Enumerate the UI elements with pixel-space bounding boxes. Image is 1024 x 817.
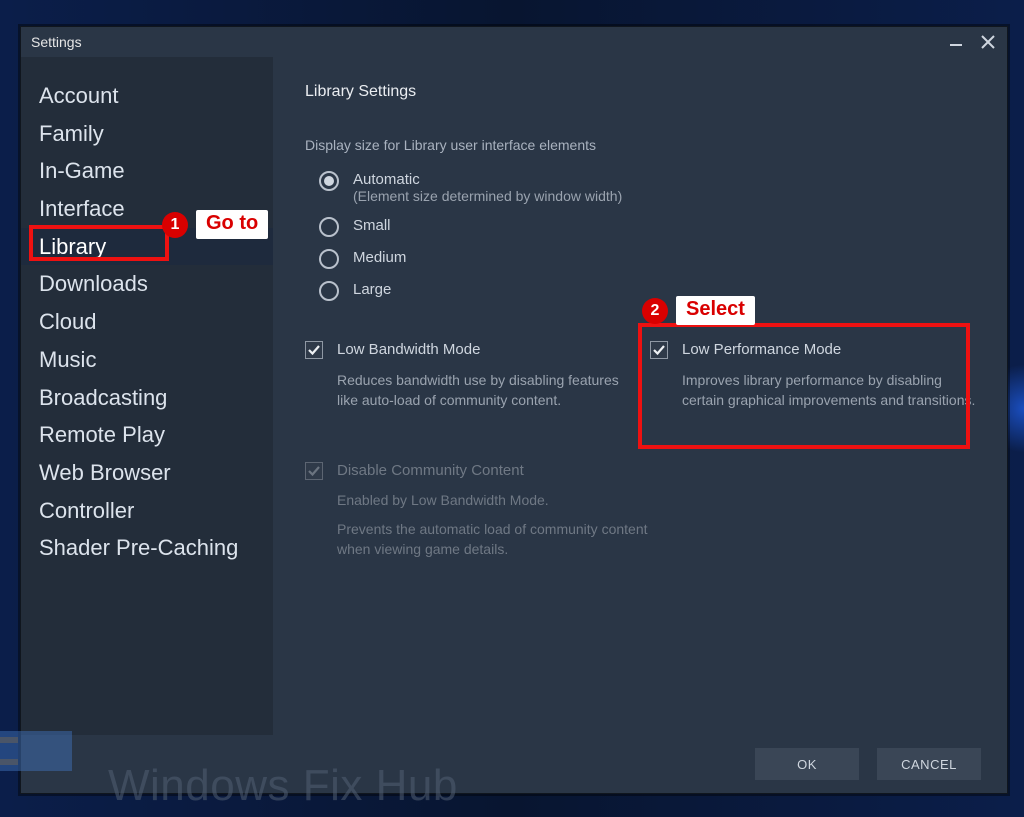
sidebar-item-shader-pre-caching[interactable]: Shader Pre-Caching xyxy=(21,529,273,567)
checkbox-icon xyxy=(650,341,668,359)
sidebar-item-remote-play[interactable]: Remote Play xyxy=(21,416,273,454)
sidebar-item-interface[interactable]: Interface xyxy=(21,190,273,228)
close-button[interactable] xyxy=(979,33,997,51)
radio-automatic[interactable]: Automatic (Element size determined by wi… xyxy=(319,171,987,205)
radio-icon xyxy=(319,249,339,269)
checkbox-icon xyxy=(305,341,323,359)
settings-sidebar: Account Family In-Game Interface Library… xyxy=(21,57,273,735)
radio-sublabel: (Element size determined by window width… xyxy=(353,188,622,204)
checkmark-icon xyxy=(652,343,666,357)
checkbox-label: Low Bandwidth Mode xyxy=(337,341,480,358)
low-bandwidth-desc: Reduces bandwidth use by disabling featu… xyxy=(337,371,637,410)
checkbox-icon xyxy=(305,462,323,480)
radio-small[interactable]: Small xyxy=(319,217,987,237)
ok-button[interactable]: OK xyxy=(755,748,859,780)
sidebar-item-account[interactable]: Account xyxy=(21,77,273,115)
checkbox-low-bandwidth[interactable]: Low Bandwidth Mode xyxy=(305,341,642,359)
radio-medium[interactable]: Medium xyxy=(319,249,987,269)
radio-label: Automatic xyxy=(353,171,420,188)
close-icon xyxy=(981,35,995,49)
radio-label: Small xyxy=(353,217,391,234)
cancel-button[interactable]: CANCEL xyxy=(877,748,981,780)
radio-large[interactable]: Large xyxy=(319,281,987,301)
window-title: Settings xyxy=(31,34,82,50)
sidebar-item-downloads[interactable]: Downloads xyxy=(21,265,273,303)
disable-community-desc: Prevents the automatic load of community… xyxy=(337,520,677,559)
settings-main-panel: Library Settings Display size for Librar… xyxy=(273,57,1007,735)
titlebar-controls xyxy=(947,33,997,51)
dialog-footer: OK CANCEL xyxy=(21,735,1007,793)
checkbox-label: Low Performance Mode xyxy=(682,341,841,358)
decorative-ribbon xyxy=(0,729,22,773)
sidebar-item-music[interactable]: Music xyxy=(21,341,273,379)
radio-icon xyxy=(319,171,339,191)
disable-community-note: Enabled by Low Bandwidth Mode. xyxy=(337,492,987,508)
checkbox-disable-community: Disable Community Content xyxy=(305,462,987,480)
minimize-button[interactable] xyxy=(947,33,965,51)
sidebar-item-broadcasting[interactable]: Broadcasting xyxy=(21,379,273,417)
titlebar: Settings xyxy=(21,27,1007,57)
radio-label: Large xyxy=(353,281,391,298)
checkmark-icon xyxy=(307,343,321,357)
sidebar-item-controller[interactable]: Controller xyxy=(21,492,273,530)
checkbox-low-performance[interactable]: Low Performance Mode xyxy=(650,341,987,359)
sidebar-item-in-game[interactable]: In-Game xyxy=(21,152,273,190)
radio-icon xyxy=(319,217,339,237)
low-performance-desc: Improves library performance by disablin… xyxy=(682,371,982,410)
sidebar-item-cloud[interactable]: Cloud xyxy=(21,303,273,341)
checkmark-icon xyxy=(307,464,321,478)
display-size-label: Display size for Library user interface … xyxy=(305,137,987,153)
settings-window: Settings Account Family In-Game Interfac… xyxy=(20,26,1008,794)
radio-label: Medium xyxy=(353,249,406,266)
sidebar-item-family[interactable]: Family xyxy=(21,115,273,153)
sidebar-item-web-browser[interactable]: Web Browser xyxy=(21,454,273,492)
checkbox-label: Disable Community Content xyxy=(337,462,524,479)
panel-title: Library Settings xyxy=(305,83,987,101)
radio-icon xyxy=(319,281,339,301)
sidebar-item-library[interactable]: Library xyxy=(21,228,273,266)
